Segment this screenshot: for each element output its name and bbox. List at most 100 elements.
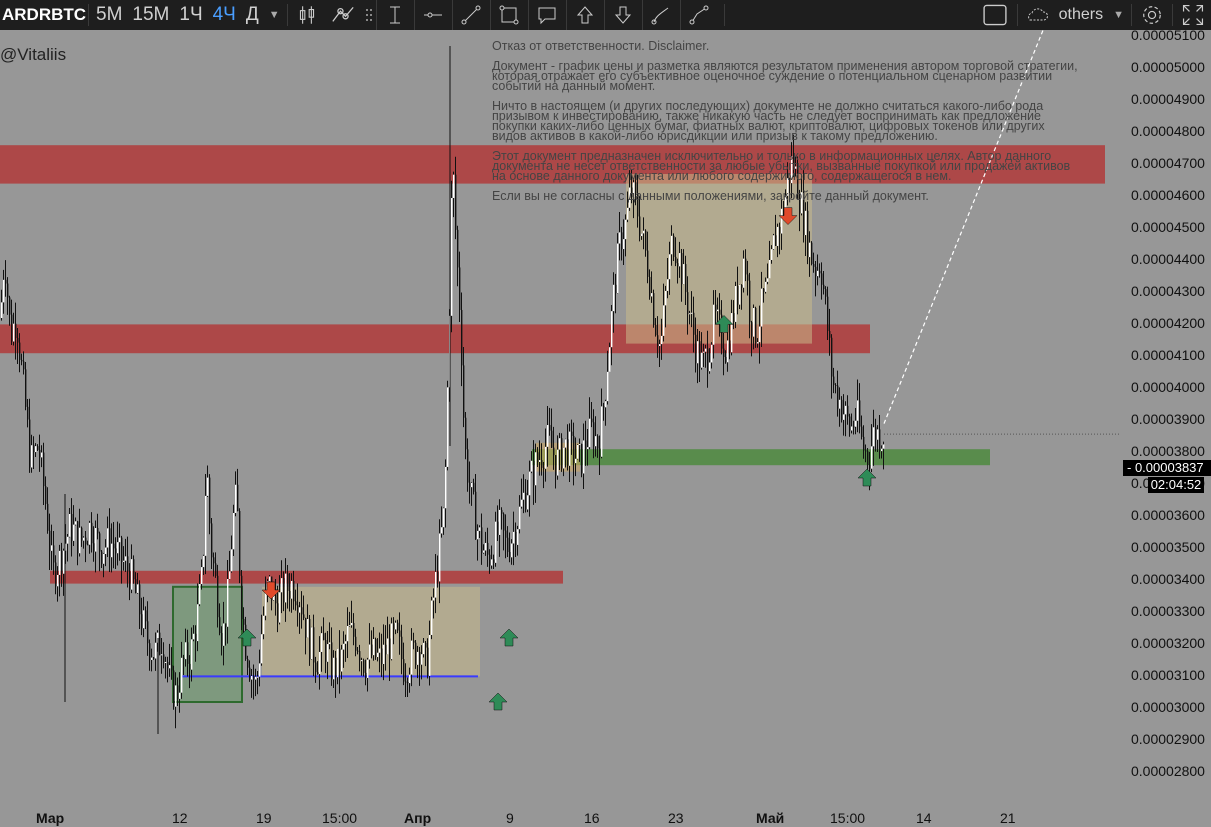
candle-up xyxy=(727,340,729,363)
candle-down xyxy=(45,486,47,504)
path-icon[interactable] xyxy=(679,0,718,30)
candle-up xyxy=(453,174,455,198)
candle-up xyxy=(229,571,231,579)
layout-others-button[interactable]: others xyxy=(1054,0,1108,30)
candle-up xyxy=(227,578,229,627)
candle-down xyxy=(811,242,813,265)
candle-up xyxy=(143,610,145,629)
vertical-line-icon[interactable] xyxy=(375,0,414,30)
candle-up xyxy=(521,499,523,507)
candle-down xyxy=(835,385,837,387)
arrow-up-icon[interactable] xyxy=(565,0,604,30)
candle-up xyxy=(155,642,157,659)
disclaimer-paragraph: Если вы не согласны с данными положениям… xyxy=(492,189,929,203)
candle-up xyxy=(579,444,581,446)
candle-down xyxy=(37,446,39,450)
candle-down xyxy=(525,492,527,510)
gear-icon[interactable] xyxy=(1134,0,1170,30)
candle-up xyxy=(669,254,671,280)
candle-up xyxy=(387,638,389,655)
candle-up xyxy=(233,512,235,550)
candle-down xyxy=(825,289,827,297)
candle-down xyxy=(219,617,221,634)
fullscreen-icon[interactable] xyxy=(1175,0,1211,30)
square-icon[interactable] xyxy=(975,0,1015,30)
candle-down xyxy=(737,286,739,305)
candle-down xyxy=(741,284,743,288)
interval-1h[interactable]: 1Ч xyxy=(174,0,207,30)
candle-down xyxy=(475,491,477,540)
candle-down xyxy=(465,417,467,450)
candle-up xyxy=(839,399,841,409)
candle-down xyxy=(719,309,721,315)
time-tick-label: 9 xyxy=(506,810,514,826)
candle-down xyxy=(571,431,573,436)
range-box xyxy=(173,586,242,702)
candle-up xyxy=(207,477,209,496)
candle-up xyxy=(347,625,349,642)
candle-up xyxy=(689,313,691,315)
brush-icon[interactable] xyxy=(641,0,680,30)
interval-4h[interactable]: 4Ч xyxy=(208,0,241,30)
candle-down xyxy=(221,633,223,646)
chevron-down-icon[interactable]: ▼ xyxy=(1108,0,1129,30)
candle-down xyxy=(215,563,217,576)
candle-up xyxy=(513,531,515,544)
chevron-down-icon[interactable]: ▼ xyxy=(264,0,285,30)
candle-down xyxy=(807,210,809,258)
horizontal-line-icon[interactable] xyxy=(413,0,452,30)
divider xyxy=(286,4,288,26)
candle-up xyxy=(83,537,85,541)
candle-up xyxy=(337,648,339,678)
candle-down xyxy=(415,642,417,665)
candle-up xyxy=(69,513,71,537)
candle-down xyxy=(515,531,517,545)
cloud-icon[interactable] xyxy=(1020,0,1054,30)
interval-5m[interactable]: 5М xyxy=(91,0,127,30)
candle-up xyxy=(569,431,571,466)
candle-up xyxy=(429,634,431,676)
candle-up xyxy=(255,676,257,680)
candle-up xyxy=(59,550,61,575)
candle-up xyxy=(205,495,207,556)
candle-down xyxy=(501,509,503,514)
indicators-icon[interactable] xyxy=(324,0,362,30)
interval-1d[interactable]: Д xyxy=(241,0,264,30)
candle-up xyxy=(3,279,5,303)
price-tick-label: 0.00004200 xyxy=(1131,315,1205,331)
candle-up xyxy=(765,281,767,292)
symbol-label[interactable]: ARDRBTC xyxy=(0,0,86,30)
drag-handle-icon[interactable] xyxy=(362,0,376,30)
rectangle-icon[interactable] xyxy=(489,0,528,30)
candle-up xyxy=(441,527,443,534)
top-toolbar: ARDRBTC 5М 15М 1Ч 4Ч Д ▼ others ▼ xyxy=(0,0,1211,30)
candle-down xyxy=(397,622,399,631)
candle-down xyxy=(173,670,175,707)
candle-down xyxy=(43,452,45,487)
candle-down xyxy=(213,557,215,564)
candle-up xyxy=(123,560,125,562)
arrow-down-icon[interactable] xyxy=(603,0,642,30)
candle-down xyxy=(863,436,865,451)
candle-up xyxy=(843,414,845,420)
callout-icon[interactable] xyxy=(527,0,566,30)
trend-line-icon[interactable] xyxy=(451,0,490,30)
candle-up xyxy=(373,639,375,656)
candle-up xyxy=(613,284,615,312)
candle-down xyxy=(237,484,239,512)
candle-up xyxy=(251,676,253,680)
candle-up xyxy=(523,492,525,500)
candle-down xyxy=(39,449,41,458)
resistance-zone xyxy=(50,570,563,584)
candle-up xyxy=(589,418,591,448)
candle-up xyxy=(443,508,445,528)
bar-style-icon[interactable] xyxy=(290,0,324,30)
candle-down xyxy=(747,274,749,281)
candle-down xyxy=(537,452,539,462)
interval-15m[interactable]: 15М xyxy=(127,0,174,30)
candle-up xyxy=(587,447,589,450)
candle-down xyxy=(657,335,659,347)
candle-up xyxy=(563,447,565,469)
candle-up xyxy=(73,524,75,541)
candle-up xyxy=(265,592,267,616)
